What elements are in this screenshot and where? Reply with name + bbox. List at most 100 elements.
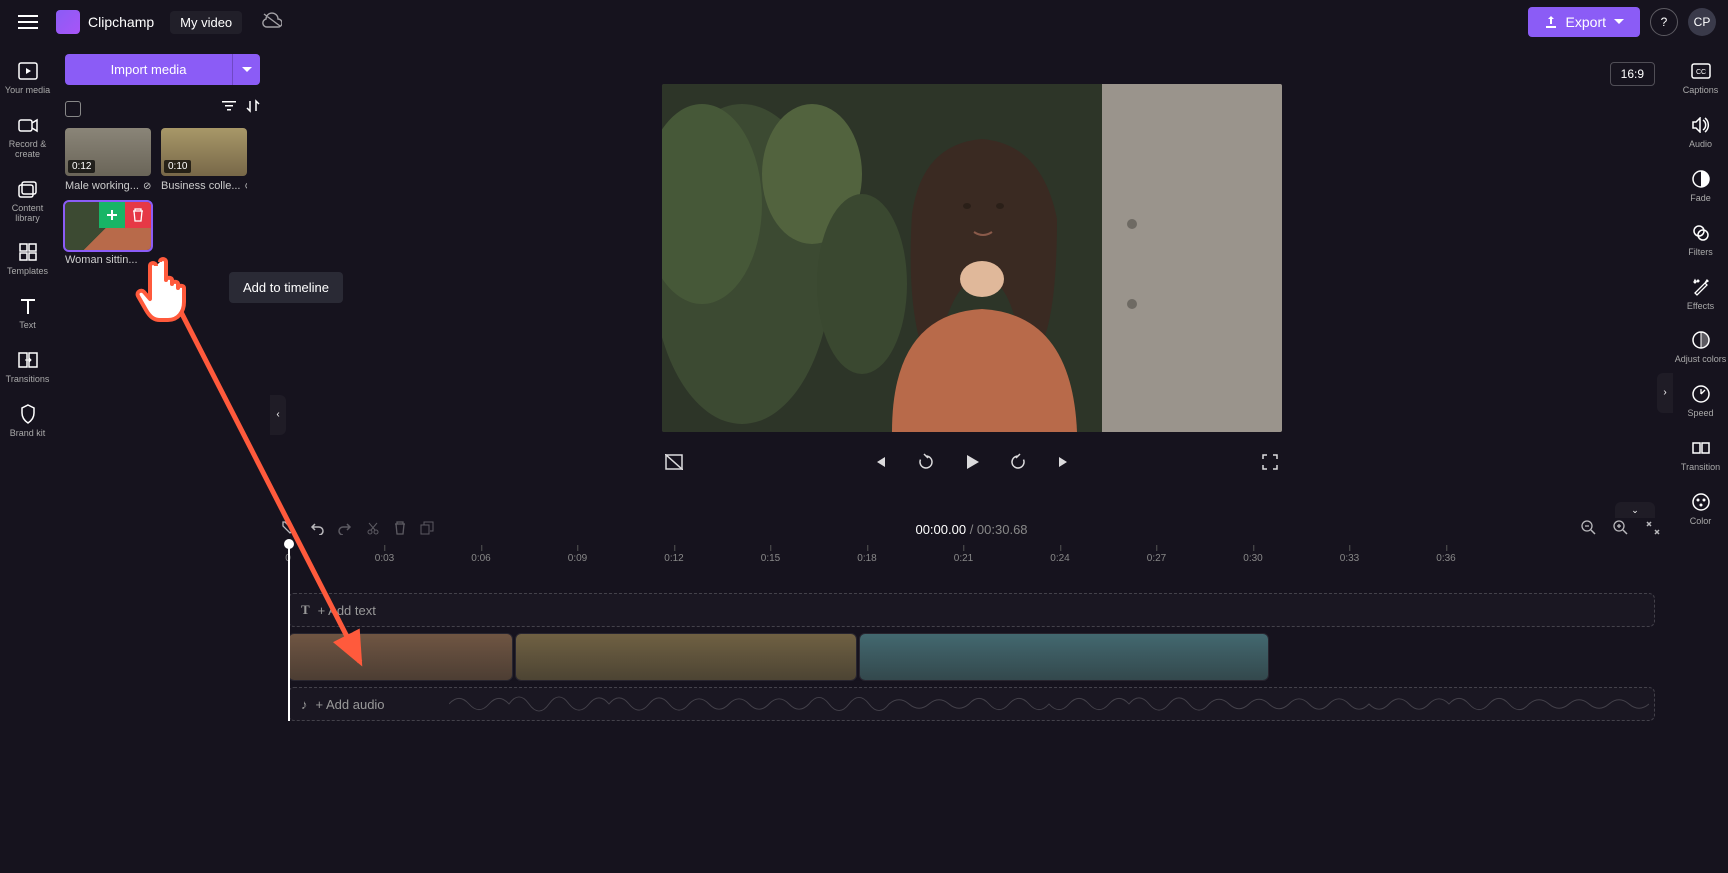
sidebar-item-templates[interactable]: Templates — [0, 233, 55, 285]
cut-button[interactable] — [366, 521, 380, 538]
templates-icon — [17, 241, 39, 263]
undo-button[interactable] — [310, 521, 324, 538]
sidebar-label: Templates — [7, 267, 48, 277]
clipchamp-logo-icon — [56, 10, 80, 34]
media-thumbnail: 0:10 — [161, 128, 247, 176]
clip-frame-thumb — [1186, 634, 1268, 680]
video-track[interactable] — [288, 633, 1655, 681]
video-clip[interactable] — [288, 633, 513, 681]
zoom-in-button[interactable] — [1613, 520, 1629, 539]
aspect-ratio-selector[interactable]: 16:9 — [1610, 62, 1655, 86]
video-clip[interactable] — [515, 633, 857, 681]
hamburger-menu-button[interactable] — [12, 6, 44, 38]
property-item-audio[interactable]: Audio — [1673, 106, 1728, 158]
forward-button[interactable] — [1006, 450, 1030, 474]
clip-frame-thumb — [1105, 634, 1187, 680]
property-item-transition[interactable]: Transition — [1673, 429, 1728, 481]
skip-back-button[interactable] — [868, 450, 892, 474]
music-note-icon: ♪ — [301, 697, 308, 712]
current-time: 00:00.00 — [915, 522, 966, 537]
audio-track[interactable]: ♪ + Add audio — [288, 687, 1655, 721]
chevron-down-icon — [242, 67, 252, 73]
audio-icon — [1690, 114, 1712, 136]
total-time: 00:30.68 — [977, 522, 1028, 537]
clip-frame-thumb — [771, 634, 856, 680]
skip-forward-button[interactable] — [1052, 450, 1076, 474]
transition-icon — [1690, 437, 1712, 459]
sidebar-item-transitions[interactable]: Transitions — [0, 341, 55, 393]
timeline-ruler[interactable]: 00:030:060:090:120:150:180:210:240:270:3… — [288, 545, 1655, 573]
marker-icon[interactable] — [282, 521, 296, 538]
text-icon: T — [301, 602, 310, 618]
ruler-tick: 0:24 — [1050, 553, 1069, 564]
chevron-down-icon — [1614, 19, 1624, 25]
media-item[interactable]: Woman sittin... — [65, 202, 151, 266]
video-clip[interactable] — [859, 633, 1269, 681]
camera-icon — [17, 114, 39, 136]
add-text-label: + Add text — [318, 603, 376, 618]
brand-icon — [17, 403, 39, 425]
fade-icon — [1690, 168, 1712, 190]
ruler-tick: 0:03 — [375, 553, 394, 564]
synced-icon: ⊘ — [244, 181, 247, 192]
sidebar-label: Transitions — [6, 375, 50, 385]
fullscreen-button[interactable] — [1258, 450, 1282, 474]
redo-button[interactable] — [338, 521, 352, 538]
sidebar-label: Record & create — [0, 140, 55, 160]
help-button[interactable]: ? — [1650, 8, 1678, 36]
ruler-tick: 0:06 — [471, 553, 490, 564]
export-button[interactable]: Export — [1528, 7, 1640, 37]
user-avatar[interactable]: CP — [1688, 8, 1716, 36]
clip-frame-thumb — [289, 634, 363, 680]
sidebar-item-camera[interactable]: Record & create — [0, 106, 55, 168]
property-item-filters[interactable]: Filters — [1673, 214, 1728, 266]
preview-area: 16:9 — [270, 44, 1673, 513]
clip-frame-thumb — [1023, 634, 1105, 680]
property-item-fade[interactable]: Fade — [1673, 160, 1728, 212]
property-item-adjust[interactable]: Adjust colors — [1673, 321, 1728, 373]
play-button[interactable] — [960, 450, 984, 474]
project-name-input[interactable]: My video — [170, 11, 242, 34]
text-track[interactable]: T + Add text — [288, 593, 1655, 627]
import-media-dropdown[interactable] — [232, 54, 260, 85]
collapse-panel-right-button[interactable]: › — [1657, 373, 1673, 413]
app-logo[interactable]: Clipchamp — [56, 10, 154, 34]
add-to-timeline-tooltip: Add to timeline — [229, 272, 343, 303]
media-duration: 0:10 — [164, 160, 191, 173]
delete-button[interactable] — [394, 521, 406, 538]
property-item-cc[interactable]: CCCaptions — [1673, 52, 1728, 104]
ruler-tick: 0:12 — [664, 553, 683, 564]
clip-frame-thumb — [686, 634, 771, 680]
sidebar-item-media[interactable]: Your media — [0, 52, 55, 104]
crop-icon[interactable] — [662, 450, 686, 474]
media-item[interactable]: 0:12 Male working...⊘ — [65, 128, 151, 192]
speed-icon — [1690, 383, 1712, 405]
zoom-out-button[interactable] — [1581, 520, 1597, 539]
ruler-tick: 0:36 — [1436, 553, 1455, 564]
duplicate-button[interactable] — [420, 521, 434, 538]
cloud-off-icon[interactable] — [262, 12, 282, 33]
media-thumbnail: 0:12 — [65, 128, 151, 176]
ruler-tick: 0:21 — [954, 553, 973, 564]
property-item-color[interactable]: Color — [1673, 483, 1728, 535]
ruler-tick: 0:15 — [761, 553, 780, 564]
sort-icon[interactable] — [246, 99, 260, 118]
select-all-checkbox[interactable] — [65, 101, 81, 117]
svg-text:CC: CC — [1695, 69, 1705, 76]
property-item-effects[interactable]: Effects — [1673, 268, 1728, 320]
filter-icon[interactable] — [222, 99, 236, 118]
delete-media-button[interactable] — [125, 202, 151, 228]
fit-zoom-button[interactable] — [1645, 520, 1661, 539]
sidebar-item-brand[interactable]: Brand kit — [0, 395, 55, 447]
clip-frame-thumb — [363, 634, 437, 680]
sidebar-item-library[interactable]: Content library — [0, 170, 55, 232]
sidebar-item-text[interactable]: Text — [0, 287, 55, 339]
clip-frame-thumb — [860, 634, 942, 680]
media-item[interactable]: 0:10 Business colle...⊘ — [161, 128, 247, 192]
import-media-button[interactable]: Import media — [65, 54, 232, 85]
property-item-speed[interactable]: Speed — [1673, 375, 1728, 427]
video-preview[interactable] — [662, 84, 1282, 432]
playhead[interactable] — [288, 545, 290, 721]
add-to-timeline-button[interactable] — [99, 202, 125, 228]
rewind-button[interactable] — [914, 450, 938, 474]
